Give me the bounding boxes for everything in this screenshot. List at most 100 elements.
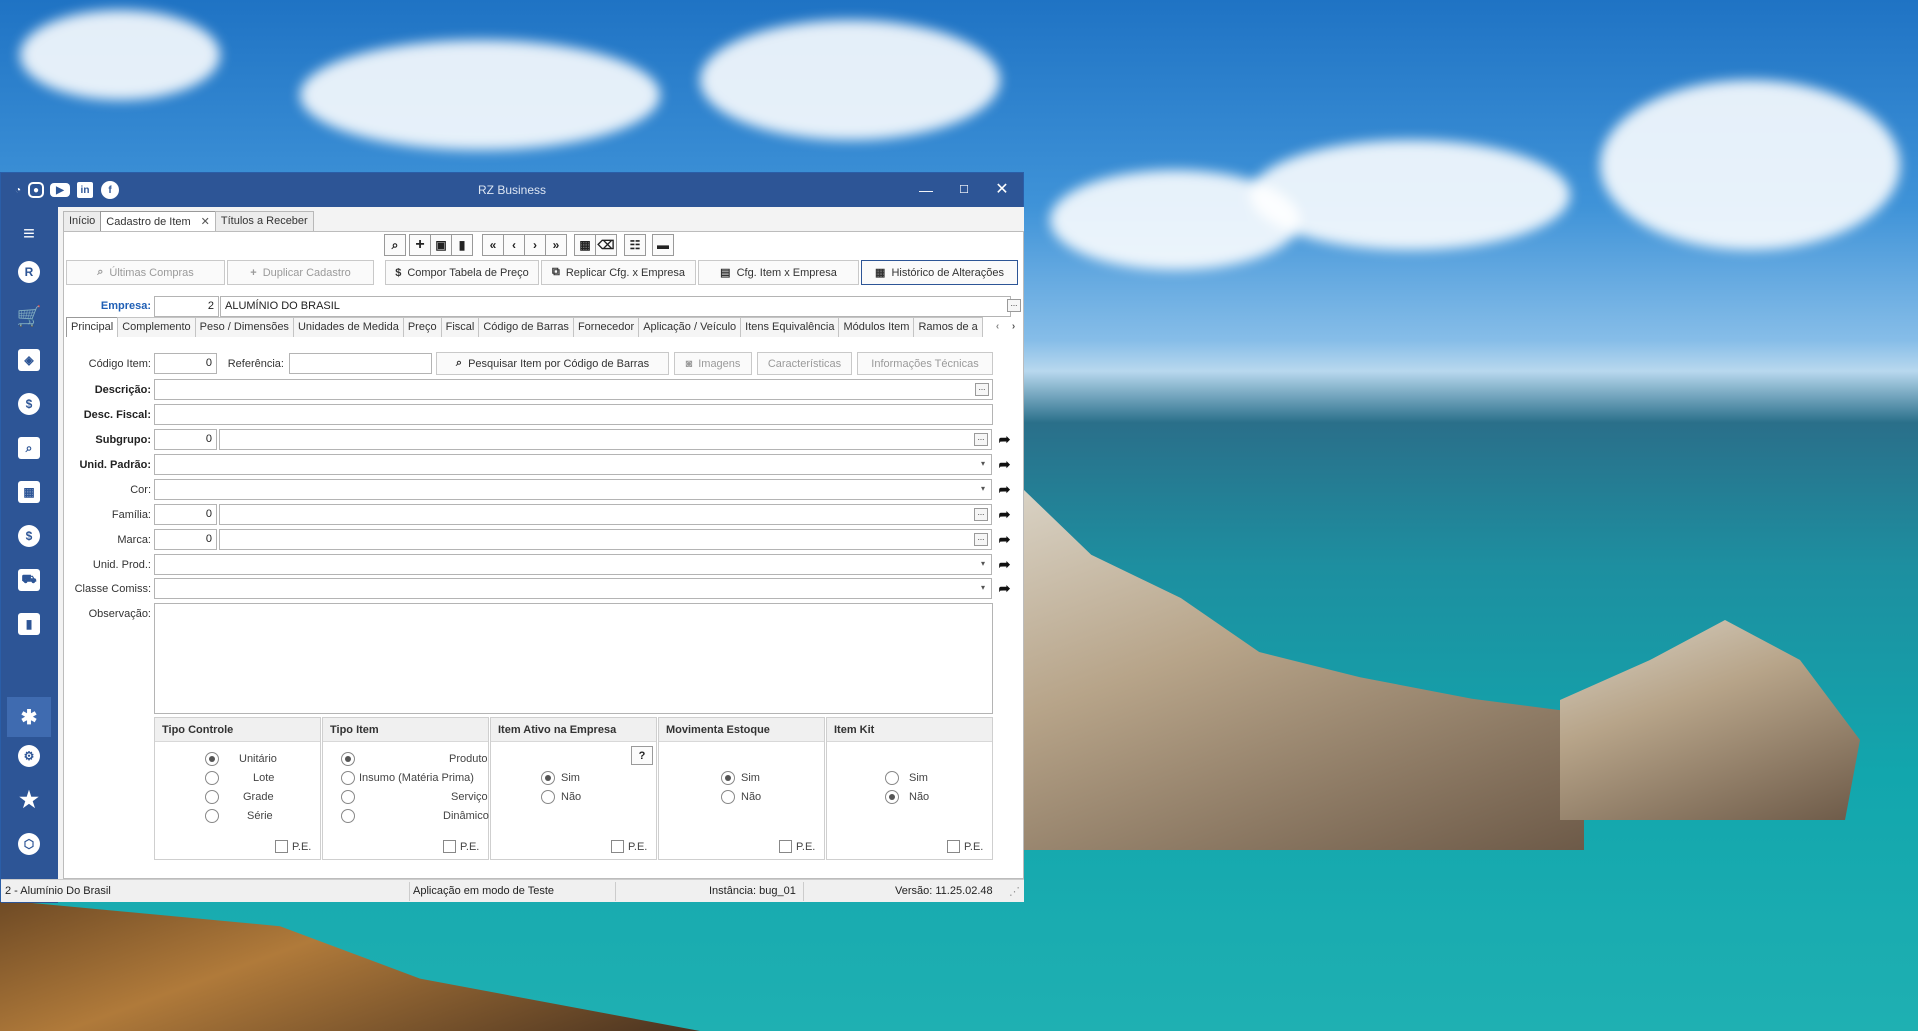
settings-icon[interactable]: ⚙ bbox=[14, 741, 44, 771]
cor-select[interactable]: ▾ bbox=[154, 479, 992, 500]
subgrupo-goto-icon[interactable]: ➦ bbox=[995, 430, 1014, 449]
pe-checkbox[interactable]: P.E. bbox=[611, 840, 647, 853]
compor-tabela-button[interactable]: $ Compor Tabela de Preço bbox=[385, 260, 539, 285]
subgrupo-ellipsis-button[interactable]: ... bbox=[974, 433, 988, 446]
radio-grade[interactable]: Grade bbox=[205, 790, 274, 804]
maximize-button[interactable]: ☐ bbox=[947, 177, 981, 203]
hamburger-menu-icon[interactable]: ≡ bbox=[14, 219, 44, 249]
tab-principal[interactable]: Principal bbox=[66, 317, 119, 337]
marca-desc-field[interactable]: ... bbox=[219, 529, 992, 550]
unid-prod-select[interactable]: ▾ bbox=[154, 554, 992, 575]
descricao-ellipsis-button[interactable]: ... bbox=[975, 383, 989, 396]
tab-scroll-right-icon[interactable]: › bbox=[1004, 317, 1023, 336]
tab-preco[interactable]: Preço bbox=[402, 317, 442, 337]
desc-fiscal-field[interactable] bbox=[154, 404, 993, 425]
tab-fornecedor[interactable]: Fornecedor bbox=[572, 317, 640, 337]
close-button[interactable]: ✕ bbox=[985, 177, 1019, 203]
historico-alteracoes-button[interactable]: ▦ Histórico de Alterações bbox=[861, 260, 1018, 285]
next-record-icon[interactable]: › bbox=[524, 234, 546, 256]
chart-icon[interactable]: ▮ bbox=[14, 609, 44, 639]
familia-desc-field[interactable]: ... bbox=[219, 504, 992, 525]
unid-padrao-select[interactable]: ▾ bbox=[154, 454, 992, 475]
unid-prod-goto-icon[interactable]: ➦ bbox=[995, 555, 1014, 574]
marca-goto-icon[interactable]: ➦ bbox=[995, 530, 1014, 549]
save-icon[interactable]: ▣ bbox=[430, 234, 452, 256]
marca-code-field[interactable]: 0 bbox=[154, 529, 217, 550]
duplicar-cadastro-button[interactable]: + Duplicar Cadastro bbox=[227, 260, 374, 285]
classe-comiss-goto-icon[interactable]: ➦ bbox=[995, 579, 1014, 598]
clear-icon[interactable]: ⌫ bbox=[595, 234, 617, 256]
replicar-cfg-button[interactable]: ⧉ Replicar Cfg. x Empresa bbox=[541, 260, 696, 285]
cor-goto-icon[interactable]: ➦ bbox=[995, 480, 1014, 499]
imagens-button[interactable]: ◙ Imagens bbox=[674, 352, 752, 375]
radio-serie[interactable]: Série bbox=[205, 809, 273, 823]
pesquisar-codigo-barras-button[interactable]: ⌕ Pesquisar Item por Código de Barras bbox=[436, 352, 669, 375]
tag-icon[interactable]: ◈ bbox=[14, 345, 44, 375]
radio-produto[interactable]: Produto bbox=[341, 752, 488, 766]
tab-unidades-medida[interactable]: Unidades de Medida bbox=[292, 317, 404, 337]
search-report-icon[interactable]: ⌕ bbox=[14, 433, 44, 463]
tab-cadastro-item[interactable]: Cadastro de Item ✕ bbox=[100, 211, 216, 231]
last-record-icon[interactable]: » bbox=[545, 234, 567, 256]
radio-ativo-sim[interactable]: Sim bbox=[541, 771, 580, 785]
calculator-icon[interactable]: ▦ bbox=[14, 477, 44, 507]
minimize-button[interactable]: — bbox=[909, 177, 943, 203]
marca-ellipsis-button[interactable]: ... bbox=[974, 533, 988, 546]
radio-lote[interactable]: Lote bbox=[205, 771, 274, 785]
help-button[interactable]: ? bbox=[631, 746, 653, 765]
empresa-lookup-button[interactable]: ... bbox=[1007, 299, 1021, 312]
radio-servico[interactable]: Serviço bbox=[341, 790, 488, 804]
tab-titulos-receber[interactable]: Títulos a Receber bbox=[214, 211, 314, 231]
observacao-textarea[interactable] bbox=[154, 603, 993, 714]
tab-itens-equivalencia[interactable]: Itens Equivalência bbox=[740, 317, 840, 337]
radio-estoque-sim[interactable]: Sim bbox=[721, 771, 760, 785]
radio-kit-nao[interactable]: Não bbox=[885, 790, 929, 804]
codigo-item-field[interactable]: 0 bbox=[154, 353, 217, 374]
hand-money-icon[interactable]: $ bbox=[14, 521, 44, 551]
tab-peso-dimensoes[interactable]: Peso / Dimensões bbox=[194, 317, 294, 337]
dollar-icon[interactable]: $ bbox=[14, 389, 44, 419]
previous-record-icon[interactable]: ‹ bbox=[503, 234, 525, 256]
radio-unitario[interactable]: Unitário bbox=[205, 752, 277, 766]
resize-grip-icon[interactable]: ⋰ bbox=[1009, 885, 1020, 898]
empresa-name-field[interactable]: ALUMÍNIO DO BRASIL bbox=[220, 296, 1011, 317]
unid-padrao-goto-icon[interactable]: ➦ bbox=[995, 455, 1014, 474]
grid-icon[interactable]: ▦ bbox=[574, 234, 596, 256]
caracteristicas-button[interactable]: Características bbox=[757, 352, 852, 375]
subgrupo-code-field[interactable]: 0 bbox=[154, 429, 217, 450]
ultimas-compras-button[interactable]: ⌕ Últimas Compras bbox=[66, 260, 225, 285]
tab-codigo-barras[interactable]: Código de Barras bbox=[478, 317, 574, 337]
hexagon-icon[interactable]: ⬡ bbox=[14, 829, 44, 859]
first-record-icon[interactable]: « bbox=[482, 234, 504, 256]
cfg-item-empresa-button[interactable]: ▤ Cfg. Item x Empresa bbox=[698, 260, 859, 285]
puzzle-icon[interactable]: ✱ bbox=[7, 697, 51, 737]
pe-checkbox[interactable]: P.E. bbox=[275, 840, 311, 853]
tab-inicio[interactable]: Início bbox=[63, 211, 102, 231]
list-icon[interactable]: ☷ bbox=[624, 234, 646, 256]
registration-icon[interactable]: R bbox=[14, 257, 44, 287]
tab-modulos-item[interactable]: Módulos Item bbox=[838, 317, 915, 337]
familia-code-field[interactable]: 0 bbox=[154, 504, 217, 525]
informacoes-tecnicas-button[interactable]: Informações Técnicas bbox=[857, 352, 993, 375]
truck-icon[interactable]: ⛟ bbox=[14, 565, 44, 595]
descricao-field[interactable]: ... bbox=[154, 379, 993, 400]
close-tab-icon[interactable]: ✕ bbox=[201, 216, 210, 228]
add-icon[interactable]: + bbox=[409, 234, 431, 256]
tab-ramos[interactable]: Ramos de a bbox=[913, 317, 983, 337]
radio-dinamico[interactable]: Dinâmico bbox=[341, 809, 489, 823]
referencia-field[interactable] bbox=[289, 353, 432, 374]
familia-goto-icon[interactable]: ➦ bbox=[995, 505, 1014, 524]
empresa-code-field[interactable]: 2 bbox=[154, 296, 219, 317]
subgrupo-desc-field[interactable]: ... bbox=[219, 429, 992, 450]
pe-checkbox[interactable]: P.E. bbox=[443, 840, 479, 853]
folder-icon[interactable]: ▬ bbox=[652, 234, 674, 256]
pe-checkbox[interactable]: P.E. bbox=[947, 840, 983, 853]
tab-fiscal[interactable]: Fiscal bbox=[440, 317, 480, 337]
pe-checkbox[interactable]: P.E. bbox=[779, 840, 815, 853]
radio-kit-sim[interactable]: Sim bbox=[885, 771, 928, 785]
star-icon[interactable]: ★ bbox=[14, 785, 44, 815]
delete-icon[interactable]: ▮ bbox=[451, 234, 473, 256]
radio-ativo-nao[interactable]: Não bbox=[541, 790, 581, 804]
search-icon[interactable]: ⌕ bbox=[384, 234, 406, 256]
tab-complemento[interactable]: Complemento bbox=[117, 317, 196, 337]
